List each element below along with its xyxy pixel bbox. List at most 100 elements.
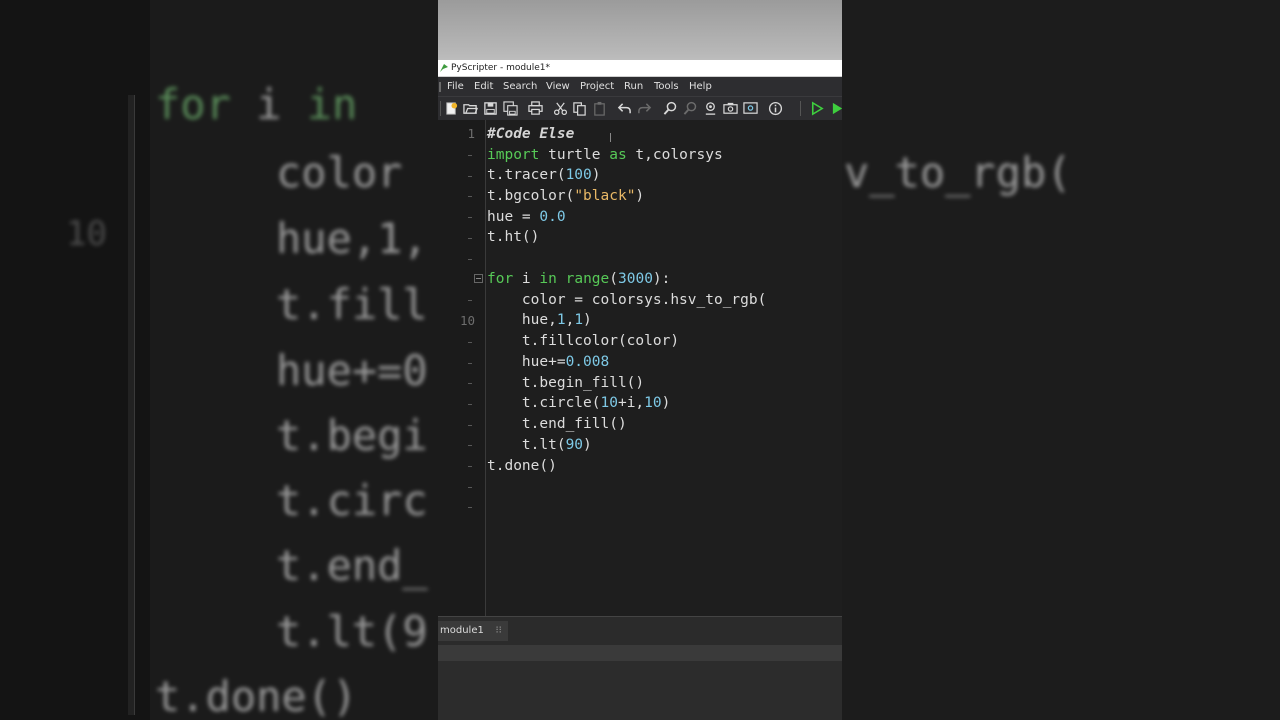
line-marker [468, 238, 472, 239]
background-code-line: t.circ [276, 476, 428, 525]
window-title: PyScripter - module1* [451, 63, 551, 73]
keyword: for [487, 271, 514, 287]
bottom-panel-header [438, 645, 842, 661]
line-marker [468, 300, 472, 301]
code-comment: #Code Else [487, 126, 575, 142]
line-marker [468, 196, 472, 197]
code-line-8: for i in range(3000): [487, 269, 670, 290]
code-text: t.bgcolor( [487, 188, 575, 204]
number-literal: 1 [556, 312, 566, 328]
save-icon[interactable] [482, 100, 498, 116]
fold-toggle[interactable] [474, 274, 483, 283]
background-code-line: t.done() [155, 672, 358, 720]
copy-icon[interactable] [571, 100, 587, 116]
code-text: ( [609, 271, 618, 287]
code-text: hue, [487, 312, 557, 328]
text-cursor [610, 133, 611, 142]
code-editor[interactable]: 1 10 #Code Else import turtle as t,color… [438, 120, 842, 616]
code-line-14: t.circle(10+i,10) [487, 393, 670, 414]
number-literal: 3000 [618, 271, 653, 287]
number-literal: 90 [565, 437, 584, 453]
code-text: ) [661, 395, 671, 411]
background-code-line: t.lt(9 [276, 607, 428, 656]
open-folder-icon[interactable] [462, 100, 478, 116]
menu-edit[interactable]: Edit [472, 77, 495, 96]
undo-icon[interactable] [616, 100, 632, 116]
code-text: t.ht() [487, 229, 540, 245]
background-code-line: t.fill [276, 280, 428, 329]
print-icon[interactable] [527, 100, 543, 116]
code-line-17: t.done() [487, 456, 557, 477]
find-in-files-icon[interactable] [702, 100, 718, 116]
debug-icon[interactable] [830, 100, 842, 116]
code-text: t.fillcolor(color) [487, 333, 680, 349]
line-marker [468, 383, 472, 384]
builtin: range [565, 271, 610, 287]
number-literal: 10 [644, 395, 662, 411]
menu-run[interactable]: Run [622, 77, 645, 96]
title-bar: PyScripter - module1* [438, 60, 842, 77]
save-all-icon[interactable] [502, 100, 518, 116]
replace-icon[interactable] [682, 100, 698, 116]
number-literal: 0.0 [539, 209, 566, 225]
code-line-2: import turtle as t,colorsys [487, 145, 723, 166]
info-icon[interactable] [767, 100, 783, 116]
code-line-12: hue+=0.008 [487, 352, 609, 373]
line-marker [468, 445, 472, 446]
line-marker [468, 507, 472, 508]
tab-close-icon[interactable]: ⁝⁝ [495, 621, 501, 641]
redo-icon[interactable] [636, 100, 652, 116]
editor-tab-bar: module1 ⁝⁝ [438, 616, 842, 645]
code-line-4: t.bgcolor("black") [487, 186, 644, 207]
code-text: ) [591, 167, 601, 183]
code-text: t.circle( [487, 395, 601, 411]
code-text: hue+= [487, 354, 566, 370]
cut-icon[interactable] [552, 100, 568, 116]
code-line-5: hue = 0.0 [487, 207, 566, 228]
screenshot-icon[interactable] [722, 100, 738, 116]
menu-grip [439, 82, 441, 92]
toolbar [438, 96, 842, 120]
menu-view[interactable]: View [544, 77, 572, 96]
line-marker [468, 363, 472, 364]
paste-icon[interactable] [591, 100, 607, 116]
line-number: 10 [459, 313, 475, 328]
code-text: i [513, 271, 540, 287]
code-text: turtle [539, 147, 610, 163]
number-literal: 0.008 [565, 354, 610, 370]
code-line-6: t.ht() [487, 227, 539, 248]
new-file-icon[interactable] [443, 100, 459, 116]
code-text: ) [635, 188, 645, 204]
code-line-15: t.end_fill() [487, 414, 627, 435]
background-line-number: 10 [66, 214, 107, 254]
menu-bar: File Edit Search View Project Run Tools … [438, 77, 842, 96]
code-line-3: t.tracer(100) [487, 165, 601, 186]
menu-tools[interactable]: Tools [652, 77, 681, 96]
line-number: 1 [467, 126, 475, 141]
menu-help[interactable]: Help [687, 77, 714, 96]
code-text: t.end_fill() [487, 416, 627, 432]
keyword: as [609, 147, 627, 163]
background-code-line: hue+=0 [276, 346, 428, 395]
line-marker [468, 487, 472, 488]
keyword: import [487, 147, 540, 163]
menu-search[interactable]: Search [501, 77, 539, 96]
line-marker [468, 425, 472, 426]
pyscripter-app-icon [440, 64, 448, 72]
code-text: +i, [617, 395, 645, 411]
line-marker [468, 404, 472, 405]
background-code-line: hue,1, [276, 214, 428, 263]
search-icon[interactable] [662, 100, 678, 116]
menu-project[interactable]: Project [578, 77, 616, 96]
view-icon[interactable] [742, 100, 758, 116]
blurred-background-right: v_to_rgb( [842, 0, 1280, 720]
code-line-13: t.begin_fill() [487, 373, 644, 394]
run-icon[interactable] [808, 100, 824, 116]
code-text: t.tracer( [487, 167, 566, 183]
tab-module1[interactable]: module1 ⁝⁝ [438, 621, 508, 641]
background-code-line: for i in [155, 80, 358, 129]
code-line-1: #Code Else [487, 124, 574, 145]
tab-label: module1 [440, 625, 484, 636]
menu-file[interactable]: File [445, 77, 466, 96]
